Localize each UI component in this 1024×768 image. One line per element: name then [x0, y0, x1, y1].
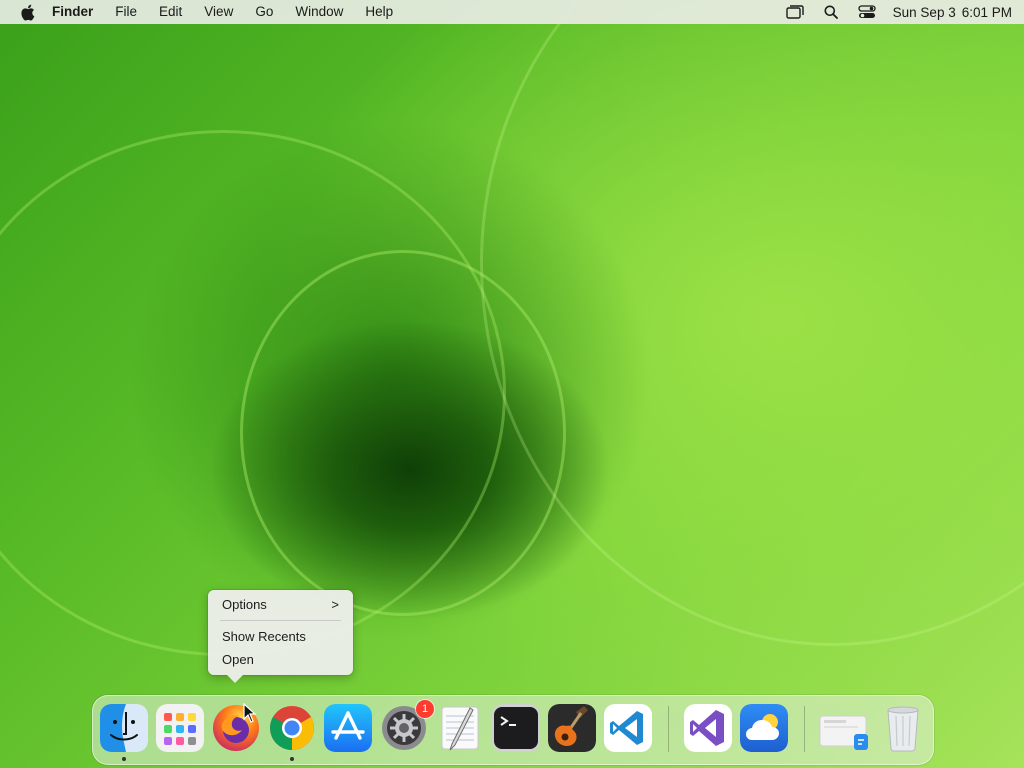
- app-store-icon: [324, 704, 372, 752]
- dock-item-vscode[interactable]: [604, 704, 652, 752]
- dock-separator: [804, 706, 805, 752]
- wallpaper-leaf-fold: [480, 0, 1024, 646]
- downloads-stack-icon: [818, 704, 868, 752]
- menu-go[interactable]: Go: [244, 0, 284, 24]
- menu-bar-clock[interactable]: Sun Sep 3 6:01 PM: [893, 5, 1012, 20]
- menu-app-finder[interactable]: Finder: [52, 0, 104, 24]
- dock-item-app-store[interactable]: [324, 704, 372, 752]
- dock-item-chrome[interactable]: [268, 704, 316, 752]
- dock-item-terminal[interactable]: [492, 704, 540, 752]
- clock-time: 6:01 PM: [961, 4, 1012, 20]
- weather-icon: [740, 704, 788, 752]
- menu-help[interactable]: Help: [354, 0, 404, 24]
- context-menu-item-show-recents[interactable]: Show Recents: [222, 627, 343, 647]
- dock-item-launchpad[interactable]: [156, 704, 204, 752]
- context-menu-pointer: [227, 675, 243, 683]
- context-menu-separator: [220, 620, 341, 621]
- dock-item-garageband[interactable]: [548, 704, 596, 752]
- window-switcher-icon[interactable]: [785, 4, 805, 20]
- chrome-icon: [268, 704, 316, 752]
- dock-item-system-preferences[interactable]: 1: [380, 700, 434, 752]
- terminal-icon: [492, 704, 540, 752]
- clock-date: Sun Sep 3: [892, 4, 956, 20]
- menu-bar-status-area: Sun Sep 3 6:01 PM: [785, 0, 1012, 24]
- system-preferences-icon: 1: [380, 700, 434, 752]
- desktop-wallpaper: [0, 0, 1024, 768]
- search-icon[interactable]: [821, 4, 841, 20]
- running-indicator: [122, 757, 126, 761]
- context-menu-item-label: Open: [222, 652, 254, 667]
- dock-item-downloads[interactable]: [818, 704, 868, 752]
- garageband-icon: [548, 704, 596, 752]
- dock-separator: [668, 706, 669, 752]
- apple-menu-icon[interactable]: [19, 4, 35, 20]
- vscode-icon: [604, 704, 652, 752]
- menu-view[interactable]: View: [193, 0, 244, 24]
- menu-window[interactable]: Window: [284, 0, 354, 24]
- notification-badge: 1: [416, 700, 434, 718]
- menu-edit[interactable]: Edit: [148, 0, 193, 24]
- dock-item-textedit[interactable]: [436, 704, 484, 752]
- running-indicator: [290, 757, 294, 761]
- visual-studio-icon: [684, 704, 732, 752]
- dock-item-weather[interactable]: [740, 704, 788, 752]
- trash-icon: [879, 704, 927, 752]
- dock-item-trash[interactable]: [879, 704, 927, 752]
- dock-item-finder[interactable]: [100, 704, 148, 752]
- menu-bar: Finder File Edit View Go Window Help Sun…: [0, 0, 1024, 24]
- chevron-right-icon: >: [331, 597, 339, 612]
- context-menu-item-label: Options: [222, 597, 267, 612]
- textedit-icon: [436, 704, 484, 752]
- dock: 1: [92, 695, 934, 765]
- dock-context-menu: Options > Show Recents Open: [208, 590, 353, 683]
- context-menu-item-label: Show Recents: [222, 629, 306, 644]
- control-center-icon[interactable]: [857, 4, 877, 20]
- context-menu-item-open[interactable]: Open: [222, 650, 343, 670]
- dock-item-visual-studio[interactable]: [684, 704, 732, 752]
- mouse-cursor-icon: [243, 702, 257, 723]
- finder-icon: [100, 704, 148, 752]
- menu-file[interactable]: File: [104, 0, 148, 24]
- launchpad-icon: [156, 704, 204, 752]
- context-menu-item-options[interactable]: Options >: [222, 595, 343, 615]
